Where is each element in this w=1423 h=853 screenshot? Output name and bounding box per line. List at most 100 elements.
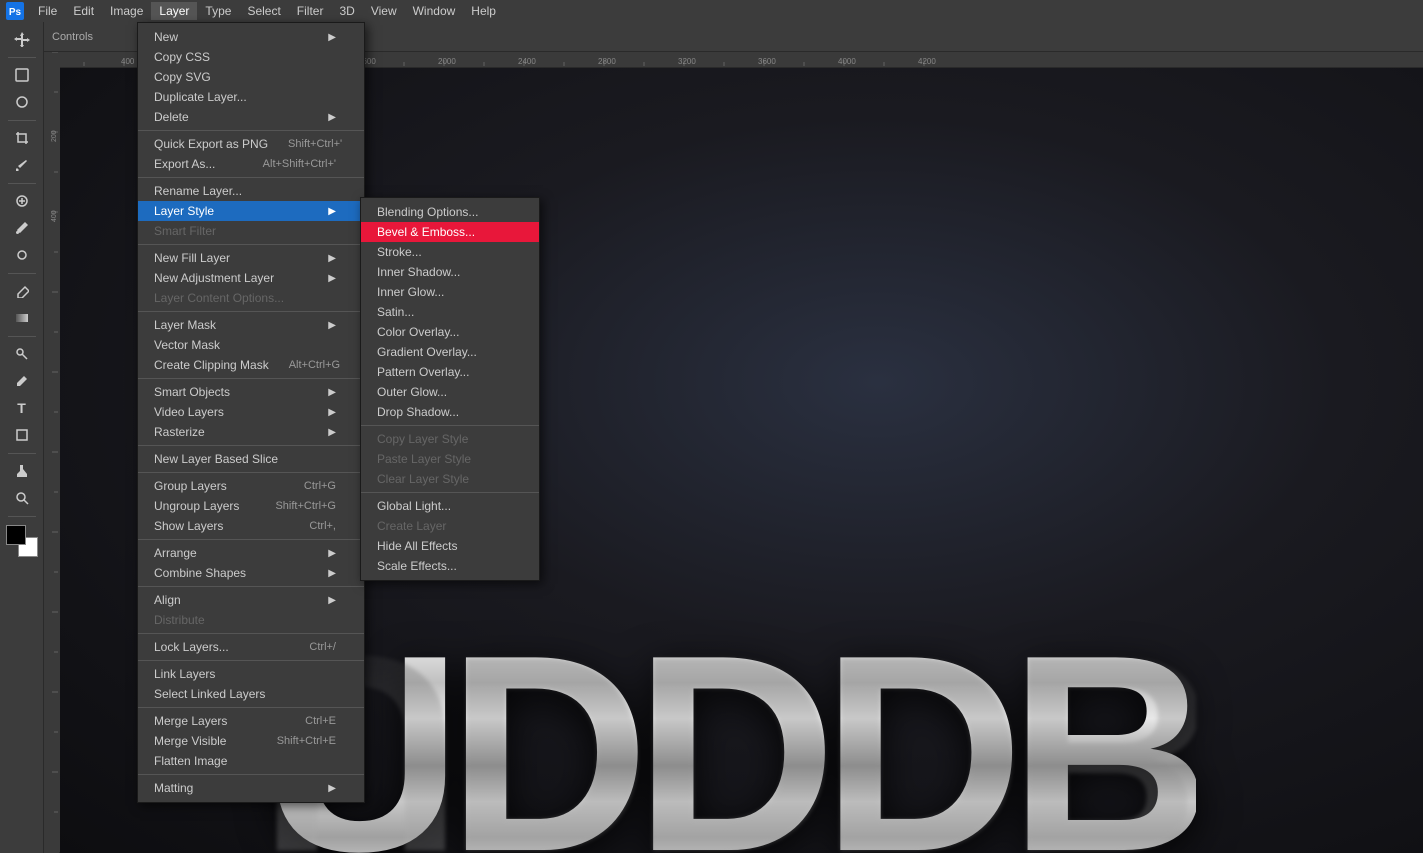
menu-item-show-layers[interactable]: Show Layers Ctrl+,: [138, 516, 364, 536]
tool-gradient[interactable]: [4, 305, 40, 331]
menu-image[interactable]: Image: [102, 2, 151, 20]
menu-view[interactable]: View: [363, 2, 405, 20]
tool-brush[interactable]: [4, 215, 40, 241]
svg-text:200: 200: [51, 130, 58, 142]
submenu-drop-shadow[interactable]: Drop Shadow...: [361, 402, 539, 422]
separator-13: [138, 774, 364, 775]
tool-pen[interactable]: [4, 368, 40, 394]
tool-separator-5: [8, 336, 36, 337]
submenu-inner-shadow[interactable]: Inner Shadow...: [361, 262, 539, 282]
submenu-hide-all-effects[interactable]: Hide All Effects: [361, 536, 539, 556]
menu-help[interactable]: Help: [463, 2, 504, 20]
submenu-paste-layer-style[interactable]: Paste Layer Style: [361, 449, 539, 469]
menu-filter[interactable]: Filter: [289, 2, 332, 20]
svg-text:2000: 2000: [438, 57, 456, 66]
tool-crop[interactable]: [4, 125, 40, 151]
submenu-create-layer[interactable]: Create Layer: [361, 516, 539, 536]
menu-item-arrange[interactable]: Arrange ▶: [138, 543, 364, 563]
menu-item-smart-objects[interactable]: Smart Objects ▶: [138, 382, 364, 402]
submenu-outer-glow[interactable]: Outer Glow...: [361, 382, 539, 402]
menu-item-copy-svg[interactable]: Copy SVG: [138, 67, 364, 87]
submenu-copy-layer-style[interactable]: Copy Layer Style: [361, 429, 539, 449]
menu-select[interactable]: Select: [239, 2, 288, 20]
menu-item-create-clipping-mask[interactable]: Create Clipping Mask Alt+Ctrl+G: [138, 355, 364, 375]
menu-item-flatten-image[interactable]: Flatten Image: [138, 751, 364, 771]
tool-dodge[interactable]: [4, 341, 40, 367]
tool-hand[interactable]: [4, 458, 40, 484]
separator-3: [138, 244, 364, 245]
svg-text:4000: 4000: [838, 57, 856, 66]
menu-item-smart-filter[interactable]: Smart Filter: [138, 221, 364, 241]
separator-8: [138, 539, 364, 540]
menu-3d[interactable]: 3D: [331, 2, 362, 20]
submenu-pattern-overlay[interactable]: Pattern Overlay...: [361, 362, 539, 382]
menu-item-combine-shapes[interactable]: Combine Shapes ▶: [138, 563, 364, 583]
menu-item-layer-content-options[interactable]: Layer Content Options...: [138, 288, 364, 308]
menu-item-align[interactable]: Align ▶: [138, 590, 364, 610]
left-toolbar: T: [0, 22, 44, 853]
svg-text:400: 400: [121, 57, 135, 66]
submenu-clear-layer-style[interactable]: Clear Layer Style: [361, 469, 539, 489]
submenu-inner-glow[interactable]: Inner Glow...: [361, 282, 539, 302]
menu-item-link-layers[interactable]: Link Layers: [138, 664, 364, 684]
menu-item-video-layers[interactable]: Video Layers ▶: [138, 402, 364, 422]
menu-item-layer-style[interactable]: Layer Style ▶ Blending Options... Bevel …: [138, 201, 364, 221]
menu-type[interactable]: Type: [197, 2, 239, 20]
separator-11: [138, 660, 364, 661]
menu-item-lock-layers[interactable]: Lock Layers... Ctrl+/: [138, 637, 364, 657]
menu-item-select-linked-layers[interactable]: Select Linked Layers: [138, 684, 364, 704]
color-swatches[interactable]: [6, 525, 38, 557]
submenu-bevel-emboss[interactable]: Bevel & Emboss...: [361, 222, 539, 242]
menu-item-delete[interactable]: Delete ▶: [138, 107, 364, 127]
menu-file[interactable]: File: [30, 2, 65, 20]
separator-2: [138, 177, 364, 178]
svg-text:4200: 4200: [918, 57, 936, 66]
menu-item-duplicate-layer[interactable]: Duplicate Layer...: [138, 87, 364, 107]
tool-heal[interactable]: [4, 188, 40, 214]
menu-item-new-adjustment-layer[interactable]: New Adjustment Layer ▶: [138, 268, 364, 288]
menu-item-layer-mask[interactable]: Layer Mask ▶: [138, 315, 364, 335]
tool-lasso[interactable]: [4, 89, 40, 115]
submenu-global-light[interactable]: Global Light...: [361, 496, 539, 516]
menu-item-vector-mask[interactable]: Vector Mask: [138, 335, 364, 355]
menu-item-rasterize[interactable]: Rasterize ▶: [138, 422, 364, 442]
separator-4: [138, 311, 364, 312]
tool-selection[interactable]: [4, 62, 40, 88]
menu-window[interactable]: Window: [405, 2, 464, 20]
tool-move[interactable]: [4, 26, 40, 52]
menu-item-distribute[interactable]: Distribute: [138, 610, 364, 630]
menu-item-merge-visible[interactable]: Merge Visible Shift+Ctrl+E: [138, 731, 364, 751]
menu-item-merge-layers[interactable]: Merge Layers Ctrl+E: [138, 711, 364, 731]
tool-clone[interactable]: [4, 242, 40, 268]
svg-text:3600: 3600: [758, 57, 776, 66]
submenu-separator-1: [361, 425, 539, 426]
menu-item-ungroup-layers[interactable]: Ungroup Layers Shift+Ctrl+G: [138, 496, 364, 516]
tool-zoom[interactable]: [4, 485, 40, 511]
menu-item-new[interactable]: New ▶: [138, 27, 364, 47]
menu-item-quick-export[interactable]: Quick Export as PNG Shift+Ctrl+': [138, 134, 364, 154]
tool-eraser[interactable]: [4, 278, 40, 304]
submenu-gradient-overlay[interactable]: Gradient Overlay...: [361, 342, 539, 362]
menu-item-copy-css[interactable]: Copy CSS: [138, 47, 364, 67]
submenu-scale-effects[interactable]: Scale Effects...: [361, 556, 539, 576]
submenu-stroke[interactable]: Stroke...: [361, 242, 539, 262]
menu-edit[interactable]: Edit: [65, 2, 102, 20]
tool-shape[interactable]: [4, 422, 40, 448]
separator-9: [138, 586, 364, 587]
foreground-color-swatch[interactable]: [6, 525, 26, 545]
menu-item-export-as[interactable]: Export As... Alt+Shift+Ctrl+': [138, 154, 364, 174]
tool-eyedropper[interactable]: [4, 152, 40, 178]
menu-item-new-layer-based-slice[interactable]: New Layer Based Slice: [138, 449, 364, 469]
submenu-satin[interactable]: Satin...: [361, 302, 539, 322]
submenu-color-overlay[interactable]: Color Overlay...: [361, 322, 539, 342]
tool-text[interactable]: T: [4, 395, 40, 421]
menu-layer[interactable]: Layer: [151, 2, 197, 20]
separator-7: [138, 472, 364, 473]
submenu-blending-options[interactable]: Blending Options...: [361, 202, 539, 222]
menu-item-group-layers[interactable]: Group Layers Ctrl+G: [138, 476, 364, 496]
menu-item-matting[interactable]: Matting ▶: [138, 778, 364, 798]
menu-item-rename-layer[interactable]: Rename Layer...: [138, 181, 364, 201]
menu-item-new-fill-layer[interactable]: New Fill Layer ▶: [138, 248, 364, 268]
svg-text:Ps: Ps: [9, 7, 22, 18]
layer-menu-dropdown: New ▶ Copy CSS Copy SVG Duplicate Layer.…: [137, 22, 365, 803]
